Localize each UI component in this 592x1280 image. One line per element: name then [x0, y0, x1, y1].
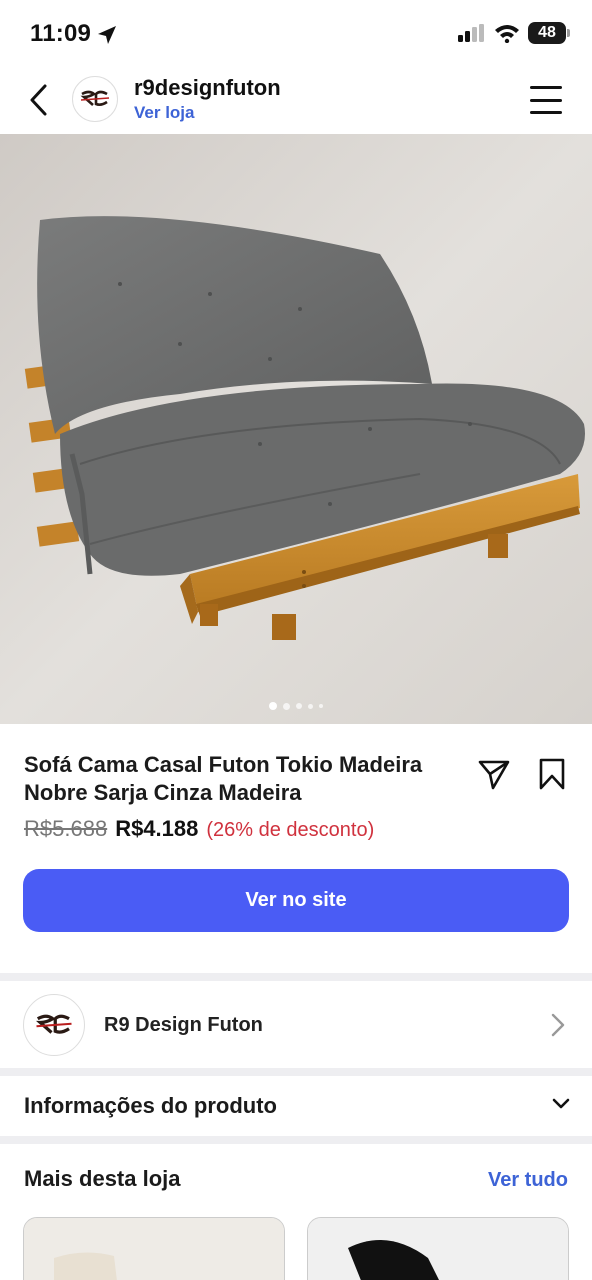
store-row[interactable]: R9 Design Futon — [0, 982, 592, 1068]
divider — [0, 1068, 592, 1076]
store-logo[interactable] — [72, 76, 118, 122]
status-bar: 11:09 48 — [0, 0, 592, 66]
share-button[interactable] — [476, 756, 512, 792]
bookmark-icon — [539, 758, 565, 790]
carousel-dot[interactable] — [283, 702, 290, 710]
back-chevron-icon — [30, 84, 47, 116]
view-store-link[interactable]: Ver loja — [134, 103, 194, 123]
current-price: R$4.188 — [115, 816, 199, 841]
product-title: Sofá Cama Casal Futon Tokio Madeira Nobr… — [24, 752, 423, 805]
related-product-card[interactable] — [307, 1217, 569, 1280]
divider — [0, 973, 592, 981]
carousel-dot[interactable] — [308, 703, 313, 709]
menu-line — [530, 111, 562, 114]
carousel-dot[interactable] — [319, 704, 323, 708]
price-row: R$5.688 R$4.188 (26% de desconto) — [24, 816, 374, 842]
store-logo-icon — [35, 1014, 72, 1034]
discount-label: (26% de desconto) — [206, 819, 375, 841]
product-image-carousel[interactable] — [0, 134, 592, 724]
product-info-label: Informações do produto — [24, 1093, 277, 1118]
carousel-dot[interactable] — [296, 703, 302, 709]
original-price: R$5.688 — [24, 816, 108, 841]
hamburger-menu-icon[interactable] — [530, 86, 562, 114]
battery-icon: 48 — [528, 22, 570, 44]
location-arrow-icon — [98, 26, 116, 44]
status-time: 11:09 — [30, 20, 92, 47]
see-all-link[interactable]: Ver tudo — [488, 1169, 568, 1192]
related-product-card[interactable] — [23, 1217, 285, 1280]
divider — [0, 1136, 592, 1144]
carousel-dots[interactable] — [0, 702, 592, 710]
store-logo-icon — [80, 90, 110, 106]
store-row-name: R9 Design Futon — [104, 1014, 263, 1036]
related-product-image — [24, 1218, 284, 1280]
futon-sofa-image — [0, 134, 592, 724]
product-info-accordion[interactable]: Informações do produto — [0, 1076, 592, 1136]
store-name[interactable]: r9designfuton — [134, 75, 281, 101]
send-icon — [478, 760, 510, 790]
back-button[interactable] — [22, 82, 54, 118]
menu-line — [530, 86, 562, 89]
wifi-icon — [495, 25, 519, 43]
related-product-image — [308, 1218, 568, 1280]
chevron-down-icon — [552, 1098, 570, 1109]
menu-line — [530, 98, 562, 102]
signal-icon — [458, 24, 484, 42]
store-avatar — [23, 994, 85, 1056]
carousel-dot-active[interactable] — [269, 702, 277, 710]
more-from-store-title: Mais desta loja — [24, 1166, 181, 1191]
chevron-right-icon — [551, 1013, 565, 1037]
top-nav: r9designfuton Ver loja — [0, 66, 592, 134]
status-icons: 48 — [458, 22, 570, 44]
view-on-site-button[interactable]: Ver no site — [23, 869, 569, 932]
save-button[interactable] — [534, 756, 570, 792]
